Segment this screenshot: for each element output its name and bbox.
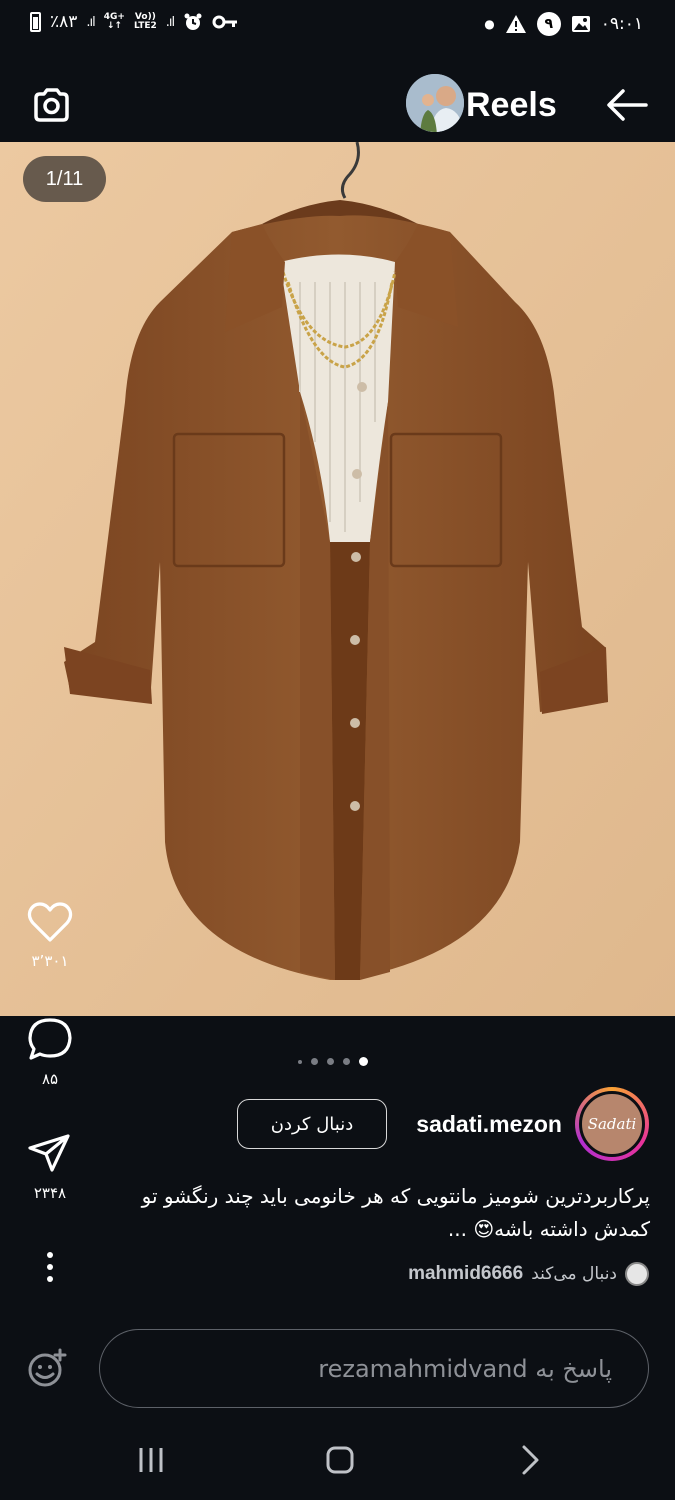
home-icon[interactable] xyxy=(320,1440,360,1480)
like-count: ۳٬۳۰۱ xyxy=(31,952,69,970)
reply-input[interactable]: پاسخ به rezamahmidvand xyxy=(99,1329,649,1408)
camera-icon[interactable] xyxy=(30,86,72,126)
author-username[interactable]: sadati.mezon xyxy=(416,1111,562,1138)
follower-username: mahmid6666 xyxy=(408,1263,524,1284)
dot-indicator: ● xyxy=(484,17,495,31)
alarm-icon xyxy=(184,13,202,30)
profile-avatar[interactable] xyxy=(404,72,466,134)
share-count: ۲۳۴۸ xyxy=(33,1184,67,1202)
carousel-dot xyxy=(298,1059,302,1064)
more-options[interactable] xyxy=(24,1250,76,1288)
carousel-dot xyxy=(343,1058,350,1065)
gallery-icon xyxy=(571,16,590,32)
emoji-add-icon[interactable] xyxy=(26,1348,68,1390)
author-avatar-logo: Sadati xyxy=(579,1091,645,1157)
avatar-photo xyxy=(406,74,464,132)
reels-header: Reels xyxy=(0,52,675,142)
comment-count: ۸۵ xyxy=(41,1070,59,1088)
image-page-counter: 1/11 xyxy=(23,156,106,202)
signal-icon-2: .ıl xyxy=(165,14,175,30)
signal-icon: .ıl xyxy=(86,14,95,30)
recents-icon[interactable] xyxy=(131,1440,171,1480)
status-left: ٪۸۳ .ıl 4G+ ↓↑ Vo)) LTE2 .ıl xyxy=(30,12,238,32)
nav-back-icon[interactable] xyxy=(510,1440,550,1480)
clock: ۰۹:۰۱ xyxy=(600,14,643,34)
post-image[interactable] xyxy=(0,142,675,1016)
followed-by-label: دنبال می‌کند xyxy=(531,1264,617,1284)
warning-icon xyxy=(505,15,526,33)
followed-by[interactable]: دنبال می‌کند mahmid6666 xyxy=(408,1262,649,1286)
carousel-dot-active xyxy=(359,1057,368,1066)
follower-avatar xyxy=(625,1262,649,1286)
author-avatar[interactable]: Sadati xyxy=(575,1087,649,1161)
follow-button[interactable]: دنبال کردن xyxy=(237,1099,387,1149)
post-caption[interactable]: پرکاربردترین شومیز مانتویی که هر خانومی … xyxy=(92,1180,650,1246)
shirt-illustration xyxy=(0,142,675,1016)
battery-level: ٪۸۳ xyxy=(50,12,78,32)
send-icon[interactable] xyxy=(26,1132,74,1176)
carousel-dot xyxy=(311,1058,318,1065)
key-icon xyxy=(212,15,238,29)
like-action[interactable]: ۳٬۳۰۱ xyxy=(24,900,76,970)
volte-indicator: Vo)) LTE2 xyxy=(133,12,157,31)
comment-action[interactable]: ۸۵ xyxy=(24,1016,76,1088)
carousel-indicator xyxy=(298,1057,368,1066)
status-bar: ٪۸۳ .ıl 4G+ ↓↑ Vo)) LTE2 .ıl ● ۹ ۰۹:۰۱ xyxy=(0,0,675,52)
status-right: ● ۹ ۰۹:۰۱ xyxy=(484,12,643,36)
notification-badge: ۹ xyxy=(536,12,561,36)
comment-bubble-icon[interactable] xyxy=(26,1016,74,1062)
share-action[interactable]: ۲۳۴۸ xyxy=(24,1132,76,1202)
network-type: 4G+ ↓↑ xyxy=(103,12,125,31)
page-title: Reels xyxy=(466,86,557,124)
carousel-dot xyxy=(327,1058,334,1065)
heart-icon[interactable] xyxy=(26,900,74,944)
arrow-left-icon[interactable] xyxy=(606,88,648,122)
battery-icon xyxy=(30,12,41,32)
more-vertical-icon[interactable] xyxy=(26,1250,74,1284)
